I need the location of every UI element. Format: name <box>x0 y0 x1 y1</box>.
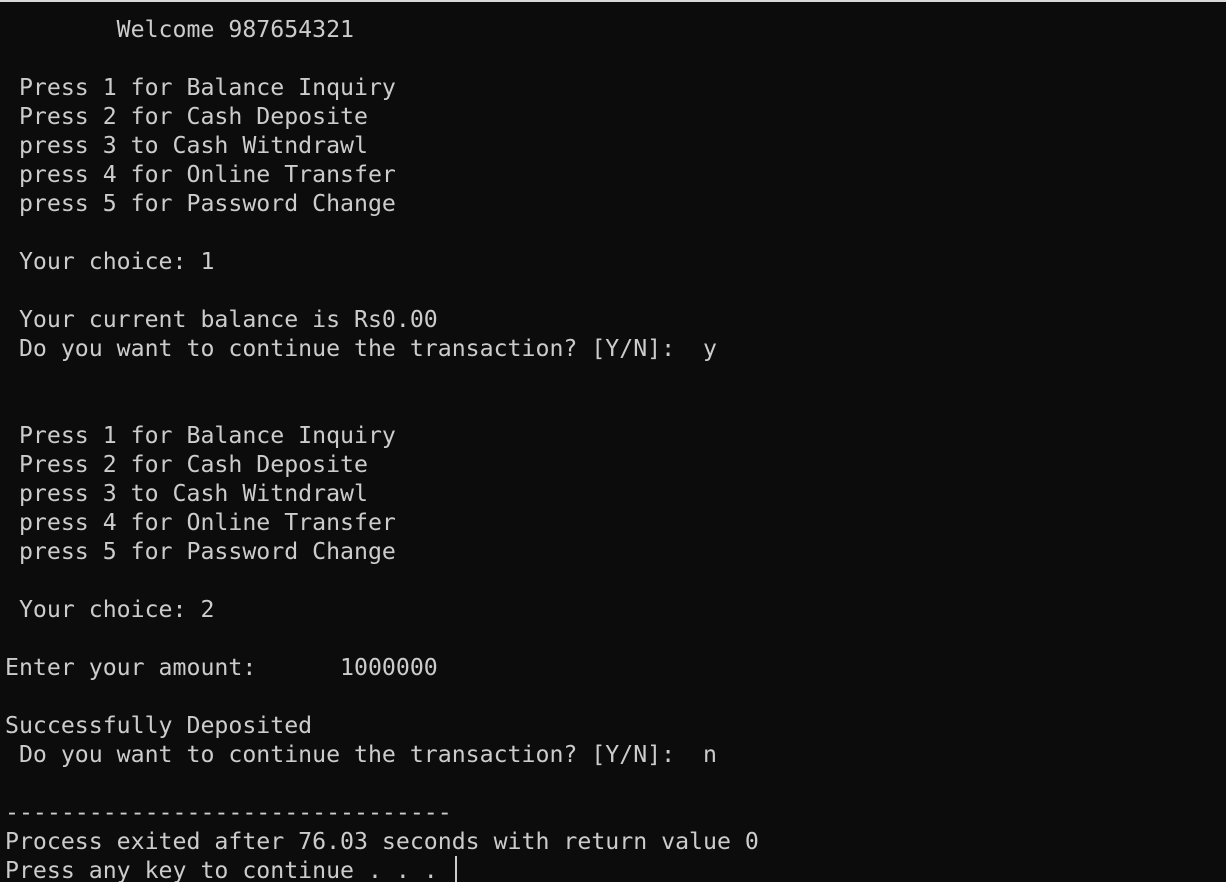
console-line-text: Press 2 for Cash Deposite <box>5 451 368 478</box>
console-line-text: press 3 to Cash Witndrawl <box>5 480 368 507</box>
console-line-text: Enter your amount: 1000000 <box>5 654 438 681</box>
console-line-text: press 3 to Cash Witndrawl <box>5 132 368 159</box>
console-line: Press 2 for Cash Deposite <box>5 450 759 479</box>
console-line: Do you want to continue the transaction?… <box>5 740 759 769</box>
console-line: press 5 for Password Change <box>5 537 759 566</box>
console-line: Your choice: 2 <box>5 595 759 624</box>
console-line-text: Your choice: 2 <box>5 596 215 623</box>
text-cursor <box>454 856 457 882</box>
console-line: press 4 for Online Transfer <box>5 508 759 537</box>
console-line: Press any key to continue . . . <box>5 856 759 882</box>
console-line-text: Welcome 987654321 <box>5 16 355 43</box>
console-line: -------------------------------- <box>5 798 759 827</box>
console-line-text: press 4 for Online Transfer <box>5 509 396 536</box>
console-line: Do you want to continue the transaction?… <box>5 334 759 363</box>
console-line-text: Do you want to continue the transaction?… <box>5 741 717 768</box>
console-line-text: Process exited after 76.03 seconds with … <box>5 828 759 855</box>
console-line: Your choice: 1 <box>5 247 759 276</box>
console-line-text: press 4 for Online Transfer <box>5 161 396 188</box>
console-line-text: -------------------------------- <box>5 799 452 826</box>
console-line: press 3 to Cash Witndrawl <box>5 479 759 508</box>
console-line: Press 2 for Cash Deposite <box>5 102 759 131</box>
console-line-text: Your current balance is Rs0.00 <box>5 306 438 333</box>
console-line: press 3 to Cash Witndrawl <box>5 131 759 160</box>
console-line-text: press 5 for Password Change <box>5 538 396 565</box>
console-line-text: Press 2 for Cash Deposite <box>5 103 368 130</box>
console-line-text: Successfully Deposited <box>5 712 313 739</box>
console-output: Welcome 987654321 Press 1 for Balance In… <box>5 15 759 882</box>
console-line-text: press 5 for Password Change <box>5 190 396 217</box>
console-line: Welcome 987654321 <box>5 15 759 44</box>
console-line: Enter your amount: 1000000 <box>5 653 759 682</box>
console-line: Press 1 for Balance Inquiry <box>5 73 759 102</box>
console-window[interactable]: Welcome 987654321 Press 1 for Balance In… <box>0 0 1226 882</box>
console-line: press 5 for Password Change <box>5 189 759 218</box>
console-line: Successfully Deposited <box>5 711 759 740</box>
console-line-text: Press any key to continue . . . <box>5 857 452 882</box>
console-line-text: Press 1 for Balance Inquiry <box>5 422 396 449</box>
console-line-text: Your choice: 1 <box>5 248 215 275</box>
console-line-text: Press 1 for Balance Inquiry <box>5 74 396 101</box>
console-line: Process exited after 76.03 seconds with … <box>5 827 759 856</box>
console-line: Press 1 for Balance Inquiry <box>5 421 759 450</box>
console-line: Your current balance is Rs0.00 <box>5 305 759 334</box>
console-line-text: Do you want to continue the transaction?… <box>5 335 717 362</box>
console-line: press 4 for Online Transfer <box>5 160 759 189</box>
